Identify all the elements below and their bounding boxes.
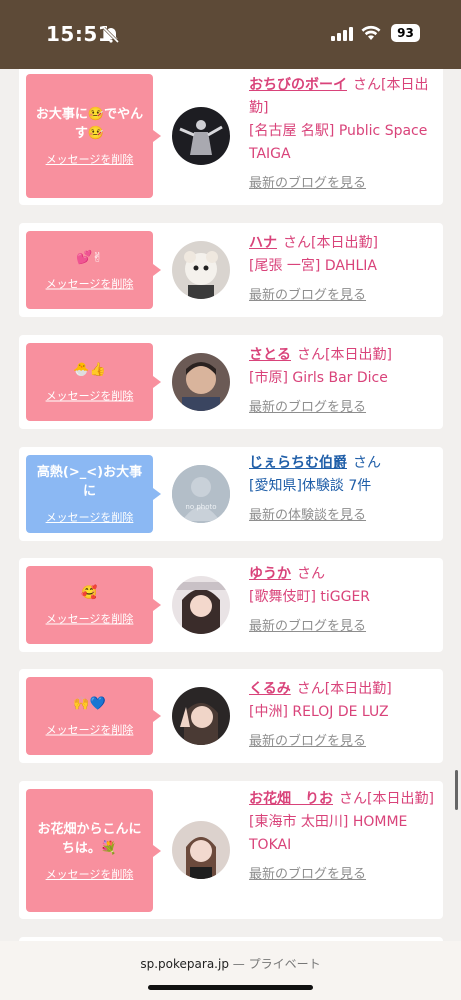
message-list: お大事に🤒でやんす🤒 メッセージを削除 おちびのボーイ さん[本日出勤] [名古屋… (0, 69, 461, 941)
message-bubble: お花畑からこんにちは。💐 メッセージを削除 (26, 789, 161, 912)
shop-name: [尾張 一宮] DAHLIA (249, 258, 377, 274)
list-item: お花畑からこんにちは。💐 メッセージを削除 お花畑 りお さん[本日出勤] [東海… (19, 781, 443, 919)
cellular-signal-icon (331, 26, 353, 45)
list-item: 🥰 メッセージを削除 ゆうか さん [歌舞伎町] tiGGER 最新のブログを見る (19, 558, 443, 652)
message-bubble: 💕✌ メッセージを削除 (26, 231, 161, 309)
private-mode-label: プライベート (248, 957, 321, 971)
honorific: さん (339, 791, 367, 807)
user-name-link[interactable]: ゆうか (249, 566, 291, 582)
user-name-link[interactable]: さとる (249, 347, 291, 363)
message-bubble: 🥰 メッセージを削除 (26, 566, 161, 644)
message-text: お大事に🤒でやんす🤒 (35, 107, 144, 141)
browser-address-bar[interactable]: sp.pokepara.jp — プライベート (0, 941, 461, 1000)
message-bubble: 🐣👍 メッセージを削除 (26, 343, 161, 421)
wifi-icon (361, 25, 381, 44)
avatar[interactable] (172, 576, 230, 634)
message-text: 🙌💙 (73, 696, 106, 712)
delete-message-link[interactable]: メッセージを削除 (26, 611, 153, 627)
url-text: sp.pokepara.jp (140, 957, 229, 971)
url-label[interactable]: sp.pokepara.jp — プライベート (0, 955, 461, 972)
user-name-link[interactable]: じぇらちむ伯爵 (249, 455, 347, 471)
user-info: ゆうか さん [歌舞伎町] tiGGER 最新のブログを見る (249, 563, 439, 638)
delete-message-link[interactable]: メッセージを削除 (26, 722, 153, 738)
user-info: くるみ さん[本日出勤] [中洲] RELOJ DE LUZ 最新のブログを見る (249, 678, 439, 753)
message-text: 💕✌ (75, 250, 104, 266)
avatar[interactable] (172, 821, 230, 879)
silent-bell-icon (102, 26, 120, 48)
list-item: 🐣👍 メッセージを削除 さとる さん[本日出勤] [市原] Girls Bar D… (19, 335, 443, 429)
attendance-status: [本日出勤] (311, 235, 378, 251)
honorific: さん (283, 235, 311, 251)
list-item: 高熱(>_<)お大事に メッセージを削除 no photo じぇらちむ伯爵 さん … (19, 447, 443, 541)
avatar[interactable]: no photo (172, 465, 230, 523)
scrollbar[interactable] (455, 770, 458, 810)
latest-blog-link[interactable]: 最新のブログを見る (249, 396, 439, 419)
honorific: さん (297, 566, 325, 582)
honorific: さん (297, 347, 325, 363)
shop-name: [歌舞伎町] tiGGER (249, 589, 371, 605)
no-photo-label: no photo (185, 503, 216, 511)
latest-blog-link[interactable]: 最新のブログを見る (249, 730, 439, 753)
message-bubble: 高熱(>_<)お大事に メッセージを削除 (26, 455, 161, 533)
shop-name: [市原] Girls Bar Dice (249, 370, 388, 386)
avatar[interactable] (172, 107, 230, 165)
user-info: ハナ さん[本日出勤] [尾張 一宮] DAHLIA 最新のブログを見る (249, 232, 439, 307)
latest-blog-link[interactable]: 最新のブログを見る (249, 615, 439, 638)
user-info: じぇらちむ伯爵 さん [愛知県]体験談 7件 最新の体験談を見る (249, 452, 439, 527)
message-text: 🥰 (81, 585, 98, 601)
user-name-link[interactable]: お花畑 りお (249, 791, 333, 807)
attendance-status: [本日出勤] (367, 791, 434, 807)
message-bubble: 🙌💙 メッセージを削除 (26, 677, 161, 755)
delete-message-link[interactable]: メッセージを削除 (26, 866, 153, 882)
delete-message-link[interactable]: メッセージを削除 (26, 276, 153, 292)
delete-message-link[interactable]: メッセージを削除 (26, 388, 153, 404)
delete-message-link[interactable]: メッセージを削除 (26, 509, 153, 525)
honorific: さん (296, 681, 325, 697)
user-name-link[interactable]: おちびのボーイ (249, 77, 347, 93)
experience-count: [愛知県]体験談 7件 (249, 478, 372, 494)
delete-message-link[interactable]: メッセージを削除 (26, 151, 153, 167)
avatar[interactable] (172, 241, 230, 299)
message-text: お花畑からこんにちは。💐 (37, 821, 142, 856)
user-info: おちびのボーイ さん[本日出勤] [名古屋 名駅] Public Space TA… (249, 74, 439, 195)
status-bar: 15:51 93 (0, 0, 461, 69)
user-info: お花畑 りお さん[本日出勤] [東海市 太田川] HOMME TOKAI 最新の… (249, 788, 439, 886)
avatar[interactable] (172, 687, 230, 745)
shop-name: [名古屋 名駅] Public Space TAIGA (249, 123, 428, 162)
list-item: 🙌💙 メッセージを削除 くるみ さん[本日出勤] [中洲] RELOJ DE LU… (19, 669, 443, 763)
home-indicator[interactable] (148, 985, 313, 990)
url-separator: — (228, 957, 249, 971)
honorific: さん (353, 77, 381, 93)
avatar[interactable] (172, 353, 230, 411)
message-bubble: お大事に🤒でやんす🤒 メッセージを削除 (26, 74, 161, 198)
user-info: さとる さん[本日出勤] [市原] Girls Bar Dice 最新のブログを見… (249, 344, 439, 419)
attendance-status: [本日出勤] (324, 681, 392, 697)
latest-blog-link[interactable]: 最新のブログを見る (249, 863, 439, 886)
battery-icon: 93 (391, 24, 420, 42)
user-name-link[interactable]: ハナ (249, 235, 277, 251)
list-item: お大事に🤒でやんす🤒 メッセージを削除 おちびのボーイ さん[本日出勤] [名古屋… (19, 69, 443, 205)
shop-name: [東海市 太田川] HOMME TOKAI (249, 814, 408, 853)
attendance-status: [本日出勤] (325, 347, 392, 363)
latest-blog-link[interactable]: 最新のブログを見る (249, 172, 439, 195)
shop-name: [中洲] RELOJ DE LUZ (249, 704, 389, 720)
latest-blog-link[interactable]: 最新のブログを見る (249, 284, 439, 307)
message-text: 高熱(>_<)お大事に (36, 465, 143, 499)
honorific: さん (353, 455, 381, 471)
user-name-link[interactable]: くるみ (249, 681, 291, 697)
latest-review-link[interactable]: 最新の体験談を見る (249, 504, 439, 527)
list-item: 💕✌ メッセージを削除 ハナ さん[本日出勤] [尾張 一宮] DAHLIA 最新… (19, 223, 443, 317)
message-text: 🐣👍 (73, 362, 106, 378)
